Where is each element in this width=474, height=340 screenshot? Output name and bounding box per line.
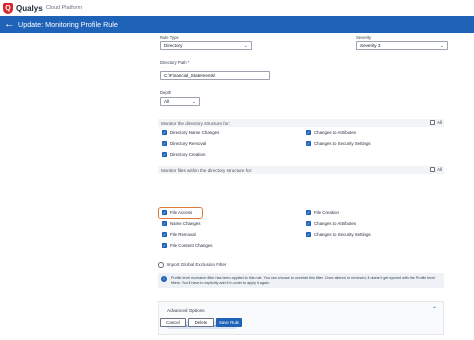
structure-section-header: Monitor the directory structure for: All: [158, 119, 444, 127]
checkbox-file-content-changes[interactable]: ✓ File Content Changes: [162, 243, 212, 248]
notice-text: Profile level exclusion filter has been …: [171, 276, 435, 285]
files-all-checkbox[interactable]: All: [430, 167, 442, 172]
checkbox-file-removal[interactable]: ✓ File Removal: [162, 232, 196, 237]
structure-all-checkbox[interactable]: All: [430, 120, 442, 125]
checkbox-dir-attributes[interactable]: ✓ Changes to Attributes: [306, 130, 356, 135]
checkbox-checked-icon: ✓: [306, 141, 311, 146]
checkbox-name-changes[interactable]: ✓ Name Changes: [162, 221, 201, 226]
checkbox-checked-icon: ✓: [162, 210, 167, 215]
rule-form: Rule Type Directory ⌄ Severity Severity …: [158, 33, 448, 340]
info-icon: i: [161, 276, 167, 282]
checkbox-dir-security[interactable]: ✓ Changes to Security Settings: [306, 141, 371, 146]
directory-path-value: C:\Financial_Statements\: [164, 73, 216, 78]
checkbox-empty-icon: [430, 120, 436, 125]
checkbox-checked-icon: ✓: [162, 243, 167, 248]
checkbox-file-security[interactable]: ✓ Changes to Security Settings: [306, 232, 371, 237]
checkbox-checked-icon: ✓: [162, 232, 167, 237]
checkbox-checked-icon: ✓: [306, 232, 311, 237]
chevron-down-icon: ⌄: [243, 43, 248, 49]
files-section-header: Monitor files within the directory struc…: [158, 166, 444, 174]
brand-subtitle: Cloud Platform: [45, 5, 83, 11]
checkbox-checked-icon: ✓: [162, 221, 167, 226]
structure-section-title: Monitor the directory structure for:: [161, 120, 230, 126]
rule-type-value: Directory: [164, 43, 183, 48]
checkbox-file-creation[interactable]: ✓ File Creation: [306, 210, 339, 215]
chevron-down-icon: ⌄: [191, 99, 196, 105]
checkbox-dir-removal[interactable]: ✓ Directory Removal: [162, 141, 206, 146]
depth-value: All: [164, 99, 170, 104]
files-section-title: Monitor files within the directory struc…: [161, 167, 253, 173]
top-bar: Q Qualys Cloud Platform: [0, 0, 474, 16]
checkbox-empty-icon: [430, 167, 436, 172]
checkbox-checked-icon: ✓: [306, 130, 311, 135]
severity-label: Severity: [356, 35, 372, 40]
checkbox-dir-creation[interactable]: ✓ Directory Creation: [162, 152, 205, 157]
cancel-button[interactable]: Cancel: [160, 318, 186, 327]
checkbox-checked-icon: ✓: [162, 152, 167, 157]
checkbox-checked-icon: ✓: [162, 130, 167, 135]
rule-type-select[interactable]: Directory ⌄: [160, 41, 252, 50]
checkbox-checked-icon: ✓: [306, 210, 311, 215]
save-rule-button[interactable]: Save Rule: [216, 318, 242, 327]
severity-select[interactable]: Severity 3 ⌄: [356, 41, 448, 50]
chevron-down-icon: ⌄: [439, 43, 444, 49]
chevron-up-icon[interactable]: ⌃: [432, 306, 437, 313]
severity-value: Severity 3: [360, 43, 381, 48]
checkbox-dir-name-changes[interactable]: ✓ Directory Name Changes: [162, 130, 219, 135]
rule-type-label: Rule Type: [160, 35, 179, 40]
advanced-options-title: Advanced Options: [167, 308, 205, 313]
brand-name: Qualys: [16, 3, 43, 13]
radio-empty-icon: [158, 262, 164, 268]
checkbox-file-attributes[interactable]: ✓ Changes to Attributes: [306, 221, 356, 226]
page-header: ← Update: Monitoring Profile Rule: [0, 16, 474, 33]
import-filter-radio[interactable]: Import Global Exclusion Filter: [158, 262, 227, 268]
checkbox-file-access[interactable]: ✓ File Access: [162, 210, 192, 215]
depth-label: Depth: [160, 90, 172, 95]
override-notice: i Profile level exclusion filter has bee…: [158, 273, 444, 288]
qualys-logo-icon: Q: [3, 2, 13, 14]
back-arrow-icon[interactable]: ←: [4, 19, 15, 30]
delete-button[interactable]: Delete: [188, 318, 214, 327]
checkbox-checked-icon: ✓: [306, 221, 311, 226]
depth-select[interactable]: All ⌄: [160, 97, 200, 106]
page-title: Update: Monitoring Profile Rule: [18, 20, 118, 29]
directory-path-input[interactable]: C:\Financial_Statements\: [160, 71, 270, 80]
directory-path-label: Directory Path *: [160, 60, 190, 65]
checkbox-checked-icon: ✓: [162, 141, 167, 146]
